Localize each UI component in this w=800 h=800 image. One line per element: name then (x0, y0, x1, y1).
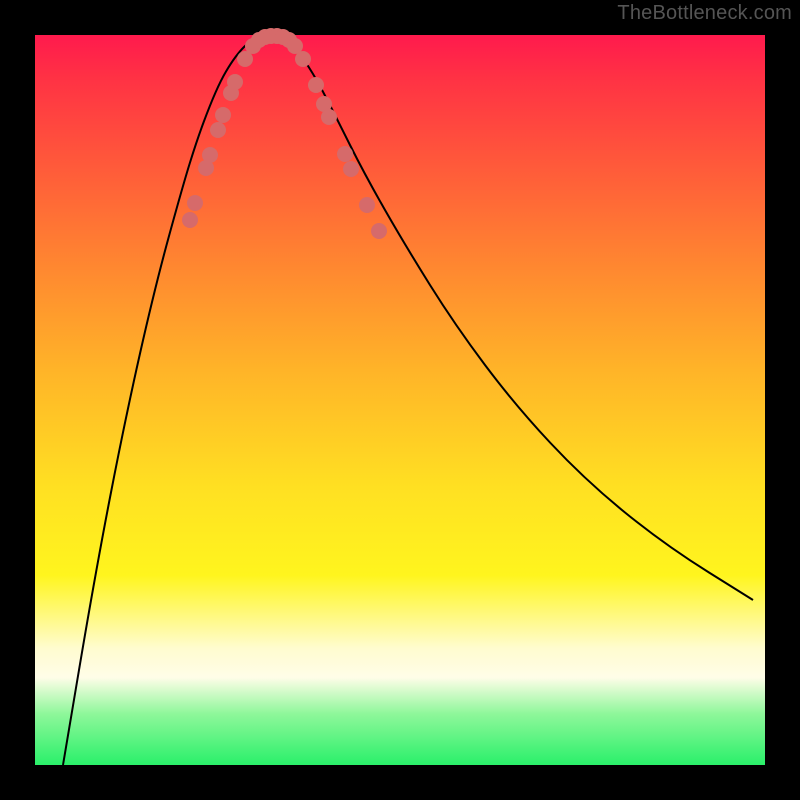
curve-right-branch (287, 37, 753, 600)
data-marker (295, 51, 311, 67)
data-marker (371, 223, 387, 239)
data-marker (227, 74, 243, 90)
curve-layer (35, 35, 765, 765)
data-marker (308, 77, 324, 93)
plot-area (35, 35, 765, 765)
data-markers (182, 28, 387, 239)
data-marker (359, 197, 375, 213)
data-marker (343, 161, 359, 177)
data-marker (215, 107, 231, 123)
data-marker (182, 212, 198, 228)
curve-left-branch (63, 37, 257, 765)
data-marker (202, 147, 218, 163)
watermark-text: TheBottleneck.com (617, 2, 792, 25)
data-marker (337, 146, 353, 162)
data-marker (187, 195, 203, 211)
chart-canvas: TheBottleneck.com (0, 0, 800, 800)
data-marker (210, 122, 226, 138)
data-marker (321, 109, 337, 125)
